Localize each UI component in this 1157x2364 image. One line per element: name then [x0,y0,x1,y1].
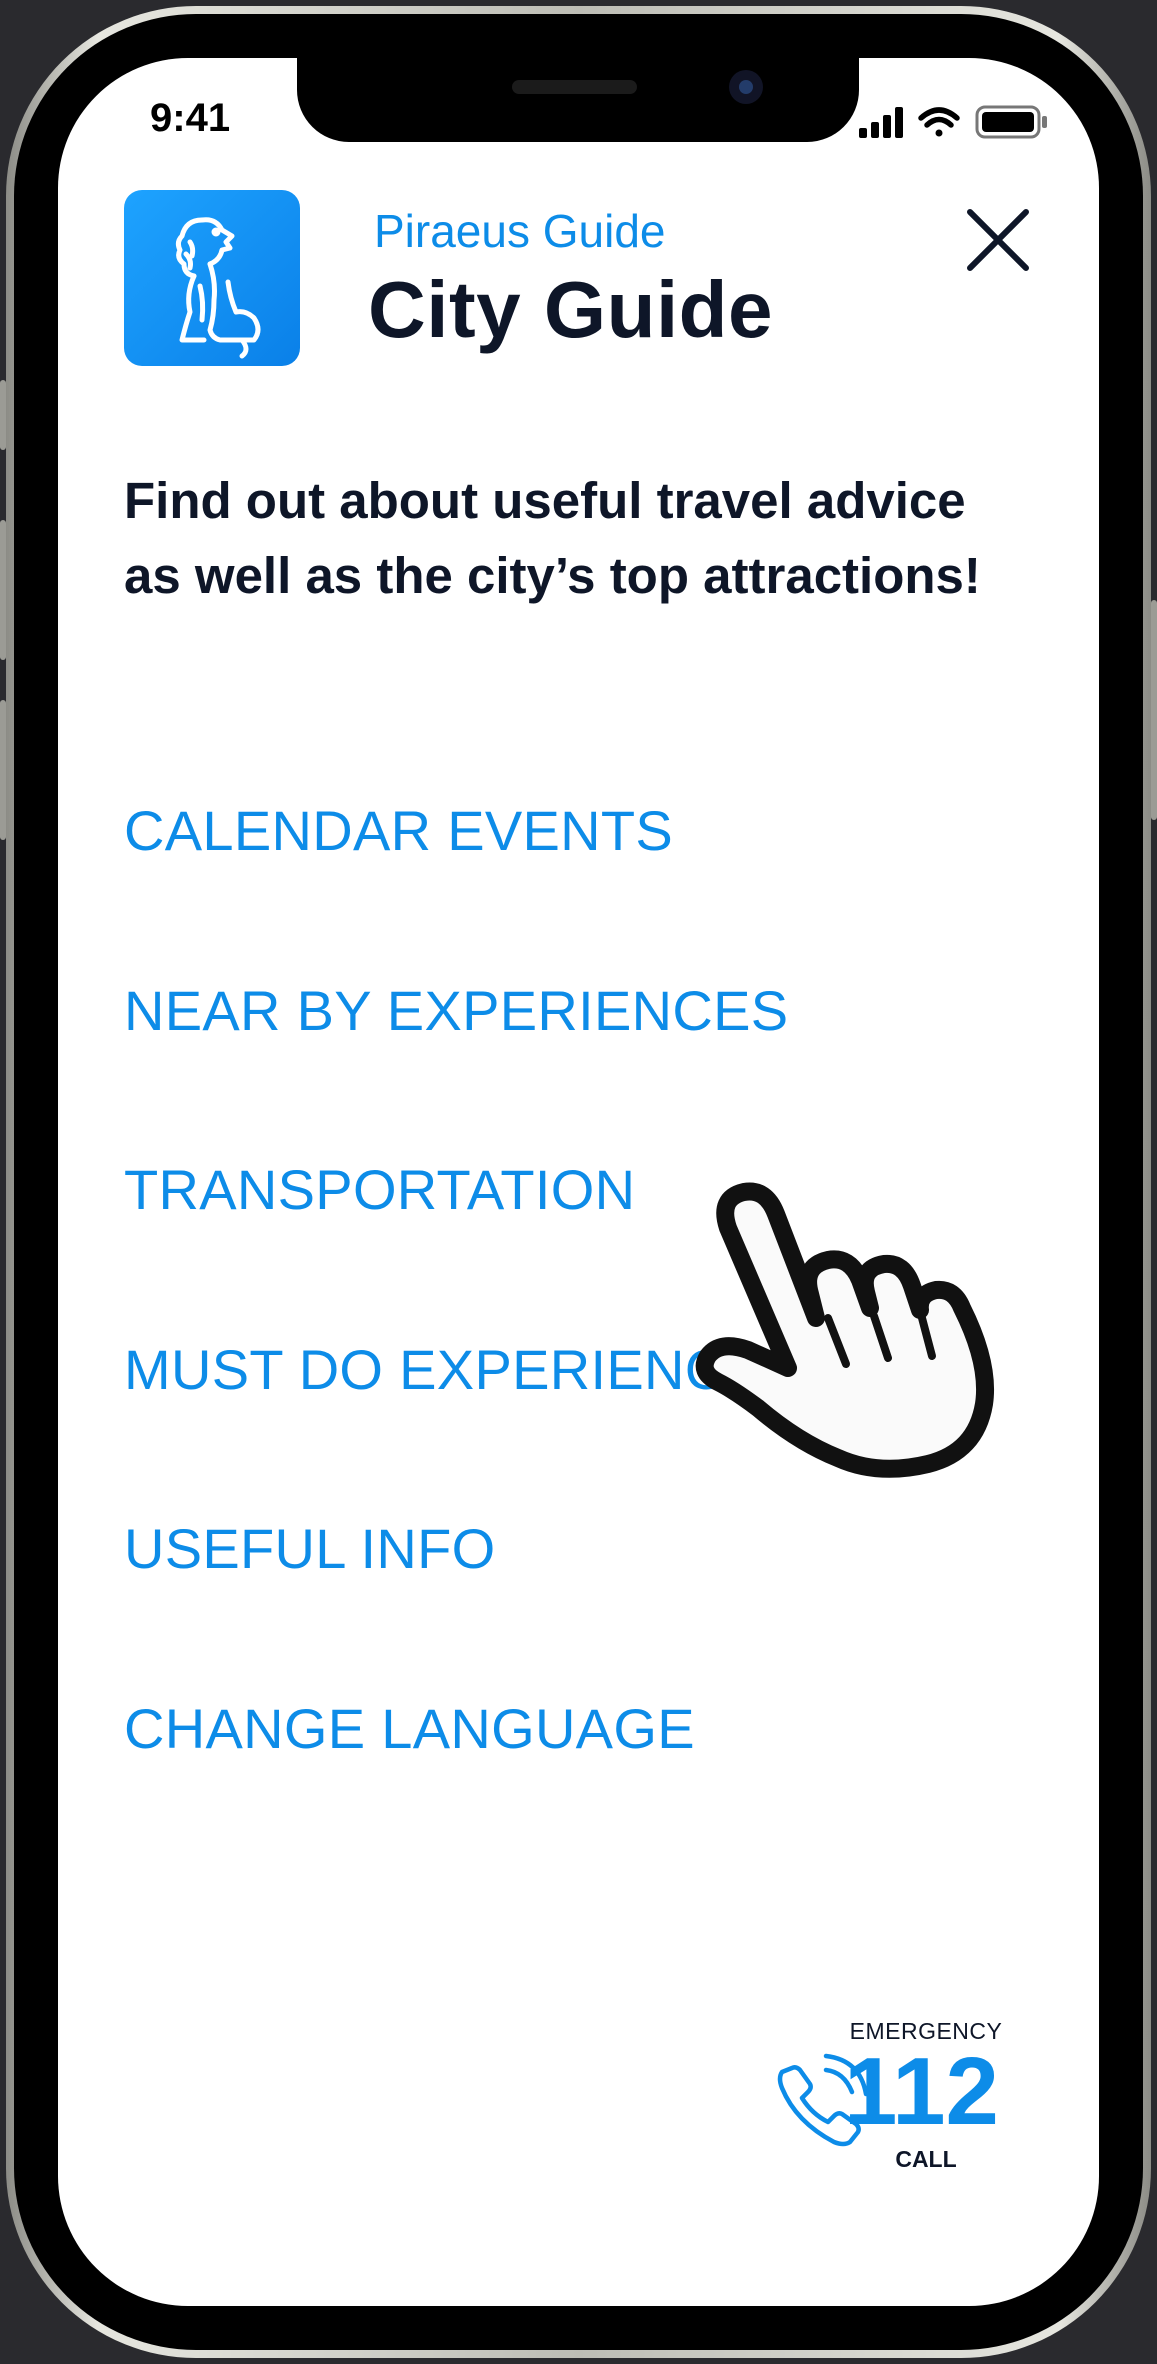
status-icons [859,104,1049,144]
menu-item-transportation[interactable]: TRANSPORTATION [124,1157,635,1222]
mute-switch [0,380,6,450]
notch [297,58,859,142]
emergency-call-label: CALL [895,2146,957,2172]
emergency-number: 112 [844,2038,999,2145]
screen: 9:41 Piraeus Guide City Guide Find out a… [58,58,1099,2306]
wifi-icon [918,107,960,137]
app-subtitle: Piraeus Guide [374,205,666,257]
page-title: City Guide [368,265,774,354]
emergency-call-button[interactable]: EMERGENCY 112 CALL [708,2018,1038,2188]
menu-item-near-by-experiences[interactable]: NEAR BY EXPERIENCES [124,978,788,1043]
lion-icon [175,217,261,359]
volume-up-button [0,520,6,660]
volume-down-button [0,700,6,840]
menu-item-must-do-experiences[interactable]: MUST DO EXPERIENCES [124,1337,801,1402]
status-time: 9:41 [150,96,231,140]
battery-icon [975,105,1047,139]
menu-item-calendar-events[interactable]: CALENDAR EVENTS [124,798,673,863]
intro-text: Find out about useful travel advice as w… [124,472,981,604]
close-icon [967,209,1029,271]
menu-item-useful-info[interactable]: USEFUL INFO [124,1516,495,1581]
power-button [1151,600,1157,820]
front-camera [729,70,763,104]
app-logo [124,190,300,366]
earpiece-speaker [512,80,637,94]
cellular-signal-icon [859,107,903,138]
menu-item-change-language[interactable]: CHANGE LANGUAGE [124,1696,695,1761]
close-button[interactable] [958,200,1038,280]
